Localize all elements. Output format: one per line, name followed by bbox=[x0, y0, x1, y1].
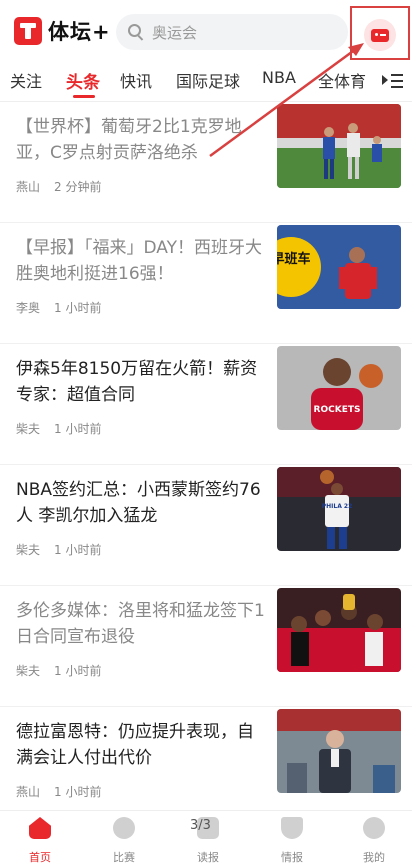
jersey-text: PHILA 22 bbox=[322, 503, 353, 510]
news-author: 柴夫 bbox=[16, 543, 41, 557]
tab-intl-football[interactable]: 国际足球 bbox=[176, 68, 240, 92]
message-button[interactable] bbox=[364, 19, 396, 51]
nav-label: 比赛 bbox=[113, 851, 135, 864]
news-thumbnail bbox=[277, 709, 401, 793]
search-placeholder: 奥运会 bbox=[152, 23, 198, 42]
news-time: 1 小时前 bbox=[54, 301, 102, 315]
news-author: 柴夫 bbox=[16, 664, 41, 678]
news-time: 1 小时前 bbox=[54, 543, 102, 557]
news-author: 燕山 bbox=[16, 785, 41, 799]
news-title: 【早报】「福来」DAY！西班牙大胜奥地利挺进16强！ bbox=[16, 238, 262, 284]
news-item[interactable]: 【世界杯】葡萄牙2比1克罗地亚，C罗点射贡萨洛绝杀 燕山 2 分钟前 bbox=[0, 102, 412, 223]
trophy-icon bbox=[113, 817, 135, 839]
news-thumbnail: 早班车 bbox=[277, 225, 401, 309]
nav-matches[interactable]: 比赛 bbox=[94, 817, 154, 864]
home-icon bbox=[29, 817, 51, 839]
news-title: 【世界杯】葡萄牙2比1克罗地亚，C罗点射贡萨洛绝杀 bbox=[16, 117, 242, 163]
news-author: 柴夫 bbox=[16, 422, 41, 436]
tab-nba[interactable]: NBA bbox=[262, 68, 296, 87]
app-logo[interactable]: 体坛+ bbox=[14, 16, 111, 46]
nav-home[interactable]: 首页 bbox=[10, 817, 70, 864]
news-title: 德拉富恩特：仍应提升表现，自满会让人付出代价 bbox=[16, 722, 254, 768]
profile-icon bbox=[363, 817, 385, 839]
nav-label: 情报 bbox=[281, 851, 303, 864]
nav-intel[interactable]: 情报 bbox=[262, 817, 322, 864]
news-title: 伊森5年8150万留在火箭！薪资专家：超值合同 bbox=[16, 359, 258, 405]
active-tab-underline bbox=[73, 95, 95, 98]
jersey-text: ROCKETS bbox=[314, 405, 361, 415]
channel-menu-button[interactable] bbox=[382, 70, 408, 92]
shield-check-icon bbox=[281, 817, 303, 839]
app-header: 体坛+ 奥运会 bbox=[0, 0, 412, 62]
tab-follow[interactable]: 关注 bbox=[10, 68, 42, 92]
news-time: 1 小时前 bbox=[54, 785, 102, 799]
message-highlight-box bbox=[350, 6, 410, 60]
news-thumbnail: ROCKETS bbox=[277, 346, 401, 430]
news-item[interactable]: 多伦多媒体：洛里将和猛龙签下1日合同宣布退役 柴夫 1 小时前 bbox=[0, 586, 412, 707]
channel-tabs: 关注 头条 快讯 国际足球 NBA 全体育 bbox=[0, 62, 412, 102]
thumb-badge: 早班车 bbox=[277, 251, 311, 267]
news-time: 1 小时前 bbox=[54, 422, 102, 436]
tab-flash-news[interactable]: 快讯 bbox=[120, 68, 152, 92]
news-author: 李奥 bbox=[16, 301, 41, 315]
news-thumbnail: PHILA 22 bbox=[277, 467, 401, 551]
news-thumbnail bbox=[277, 104, 401, 188]
news-item[interactable]: NBA签约汇总：小西蒙斯签约76人 李凯尔加入猛龙 柴夫 1 小时前 PHILA … bbox=[0, 465, 412, 586]
page-indicator: 3/3 bbox=[190, 818, 211, 833]
news-author: 燕山 bbox=[16, 180, 41, 194]
news-thumbnail bbox=[277, 588, 401, 672]
play-arrow-icon bbox=[382, 75, 388, 85]
tab-all-sports[interactable]: 全体育 bbox=[318, 68, 366, 92]
nav-label: 读报 bbox=[197, 851, 219, 864]
news-time: 2 分钟前 bbox=[54, 180, 102, 194]
tab-headline[interactable]: 头条 bbox=[66, 68, 100, 93]
search-bar[interactable]: 奥运会 bbox=[116, 14, 348, 50]
nav-label: 我的 bbox=[363, 851, 385, 864]
app-name: 体坛+ bbox=[48, 20, 111, 44]
news-item[interactable]: 【早报】「福来」DAY！西班牙大胜奥地利挺进16强！ 李奥 1 小时前 早班车 bbox=[0, 223, 412, 344]
news-title: 多伦多媒体：洛里将和猛龙签下1日合同宣布退役 bbox=[16, 601, 265, 647]
message-icon bbox=[371, 28, 389, 42]
nav-profile[interactable]: 我的 bbox=[344, 817, 404, 864]
news-title: NBA签约汇总：小西蒙斯签约76人 李凯尔加入猛龙 bbox=[16, 480, 261, 526]
logo-icon bbox=[14, 17, 42, 45]
news-item[interactable]: 伊森5年8150万留在火箭！薪资专家：超值合同 柴夫 1 小时前 ROCKETS bbox=[0, 344, 412, 465]
news-time: 1 小时前 bbox=[54, 664, 102, 678]
nav-label: 首页 bbox=[29, 851, 51, 864]
search-icon bbox=[128, 24, 144, 41]
